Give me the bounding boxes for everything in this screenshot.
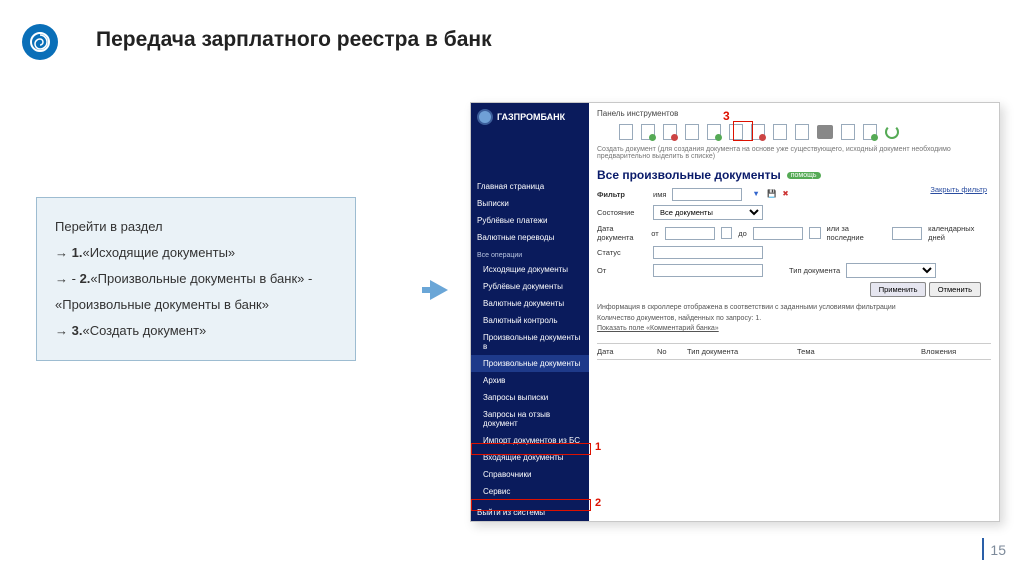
- filter-buttons: Применить Отменить: [597, 282, 991, 297]
- state-select[interactable]: Все документы: [653, 205, 763, 220]
- date-from-input[interactable]: [665, 227, 715, 240]
- refresh-icon[interactable]: [885, 125, 899, 139]
- filter-row-state: Состояние Все документы: [597, 205, 991, 220]
- doc-icon-2[interactable]: [641, 124, 655, 140]
- nav-fx-docs[interactable]: Валютные документы: [471, 295, 589, 312]
- doc-icon-4[interactable]: [685, 124, 699, 140]
- doc-icon-10[interactable]: [841, 124, 855, 140]
- nav-ops-label: Все операции: [471, 246, 589, 261]
- doc-icon-3[interactable]: [663, 124, 677, 140]
- calendar-to-icon[interactable]: [809, 227, 821, 239]
- spiral-icon: [28, 30, 52, 54]
- main-panel: Панель инструментов Создать документ (дл…: [589, 103, 999, 521]
- annotation-1: 1: [595, 441, 601, 453]
- nav-fx-control[interactable]: Валютный контроль: [471, 312, 589, 329]
- nav-fx-transfers[interactable]: Валютные переводы: [471, 229, 589, 246]
- nav-statements[interactable]: Выписки: [471, 195, 589, 212]
- doc-icon-11[interactable]: [863, 124, 877, 140]
- date-to-input[interactable]: [753, 227, 803, 240]
- doc-icon-7[interactable]: [751, 124, 765, 140]
- page-accent-bar: [982, 538, 984, 560]
- nav-home[interactable]: Главная страница: [471, 178, 589, 195]
- nav-incoming[interactable]: Входящие документы: [471, 449, 589, 466]
- annotation-box-3: [733, 121, 753, 141]
- filter-name-input[interactable]: [672, 188, 742, 201]
- filter-row-from: От Тип документа: [597, 263, 991, 278]
- nav-rub-docs[interactable]: Рублёвые документы: [471, 278, 589, 295]
- help-badge[interactable]: помощь: [787, 172, 821, 179]
- nav-outgoing[interactable]: Исходящие документы: [471, 261, 589, 278]
- nav-arb-docs-2[interactable]: Произвольные документы: [471, 355, 589, 372]
- calendar-from-icon[interactable]: [721, 227, 733, 239]
- inst-step-2: - 2.«Произвольные документы в банк» -: [55, 266, 337, 292]
- nav-rub-payments[interactable]: Рублёвые платежи: [471, 212, 589, 229]
- annotation-3: 3: [723, 109, 730, 123]
- toolbar-title: Панель инструментов: [597, 109, 991, 118]
- nav-exit[interactable]: Выйти из системы: [471, 504, 589, 521]
- slide-logo: [22, 24, 58, 60]
- doctype-select[interactable]: [846, 263, 936, 278]
- filter-clear-icon[interactable]: ✖: [782, 189, 794, 201]
- doc-icon-8[interactable]: [773, 124, 787, 140]
- info-line-1: Информация в скроллере отображена в соот…: [597, 303, 991, 314]
- inst-step-3: 3.«Создать документ»: [55, 318, 337, 344]
- page-heading: Все произвольные документы помощь: [597, 168, 991, 182]
- nav-archive[interactable]: Архив: [471, 372, 589, 389]
- status-input[interactable]: [653, 246, 763, 259]
- doc-icon-9[interactable]: [795, 124, 809, 140]
- days-input[interactable]: [892, 227, 922, 240]
- brand-logo-icon: [477, 109, 493, 125]
- cancel-button[interactable]: Отменить: [929, 282, 981, 297]
- filter-row-date: Дата документа от до или за последние ка…: [597, 224, 991, 242]
- toolbar: [597, 120, 991, 144]
- create-doc-icon[interactable]: [619, 124, 633, 140]
- nav-recall-req[interactable]: Запросы на отзыв документ: [471, 406, 589, 432]
- filter-save-icon[interactable]: 💾: [767, 189, 779, 201]
- apply-button[interactable]: Применить: [870, 282, 927, 297]
- inst-lead: Перейти в раздел: [55, 214, 337, 240]
- filter-down-icon[interactable]: ▼: [752, 189, 764, 201]
- page-number: 15: [990, 542, 1006, 558]
- info-line-2: Количество документов, найденных по запр…: [597, 314, 991, 325]
- sidebar: ГАЗПРОМБАНК Главная страница Выписки Руб…: [471, 103, 589, 521]
- from-input[interactable]: [653, 264, 763, 277]
- brand: ГАЗПРОМБАНК: [471, 103, 589, 131]
- inst-step-1: 1.«Исходящие документы»: [55, 240, 337, 266]
- pointer-arrow-icon: [430, 280, 448, 300]
- toolbar-hint: Создать документ (для создания документа…: [597, 146, 991, 160]
- app-screenshot: ГАЗПРОМБАНК Главная страница Выписки Руб…: [470, 102, 1000, 522]
- filter-row-status: Статус: [597, 246, 991, 259]
- slide-title: Передача зарплатного реестра в банк: [96, 28, 492, 52]
- nav-dicts[interactable]: Справочники: [471, 466, 589, 483]
- nav-import[interactable]: Импорт документов из БС: [471, 432, 589, 449]
- inst-step-2-cont: «Произвольные документы в банк»: [55, 292, 337, 318]
- table-header: Дата No Тип документа Тема Вложения: [597, 343, 991, 360]
- instruction-box: Перейти в раздел 1.«Исходящие документы»…: [36, 197, 356, 361]
- nav-arb-docs-1[interactable]: Произвольные документы в: [471, 329, 589, 355]
- hide-filter-link[interactable]: Закрыть фильтр: [930, 185, 987, 194]
- doc-icon-5[interactable]: [707, 124, 721, 140]
- show-comment-link[interactable]: Показать поле «Комментарий банка»: [597, 324, 991, 335]
- nav-service[interactable]: Сервис: [471, 483, 589, 500]
- nav-stmt-req[interactable]: Запросы выписки: [471, 389, 589, 406]
- print-icon[interactable]: [817, 125, 833, 139]
- annotation-2: 2: [595, 497, 601, 509]
